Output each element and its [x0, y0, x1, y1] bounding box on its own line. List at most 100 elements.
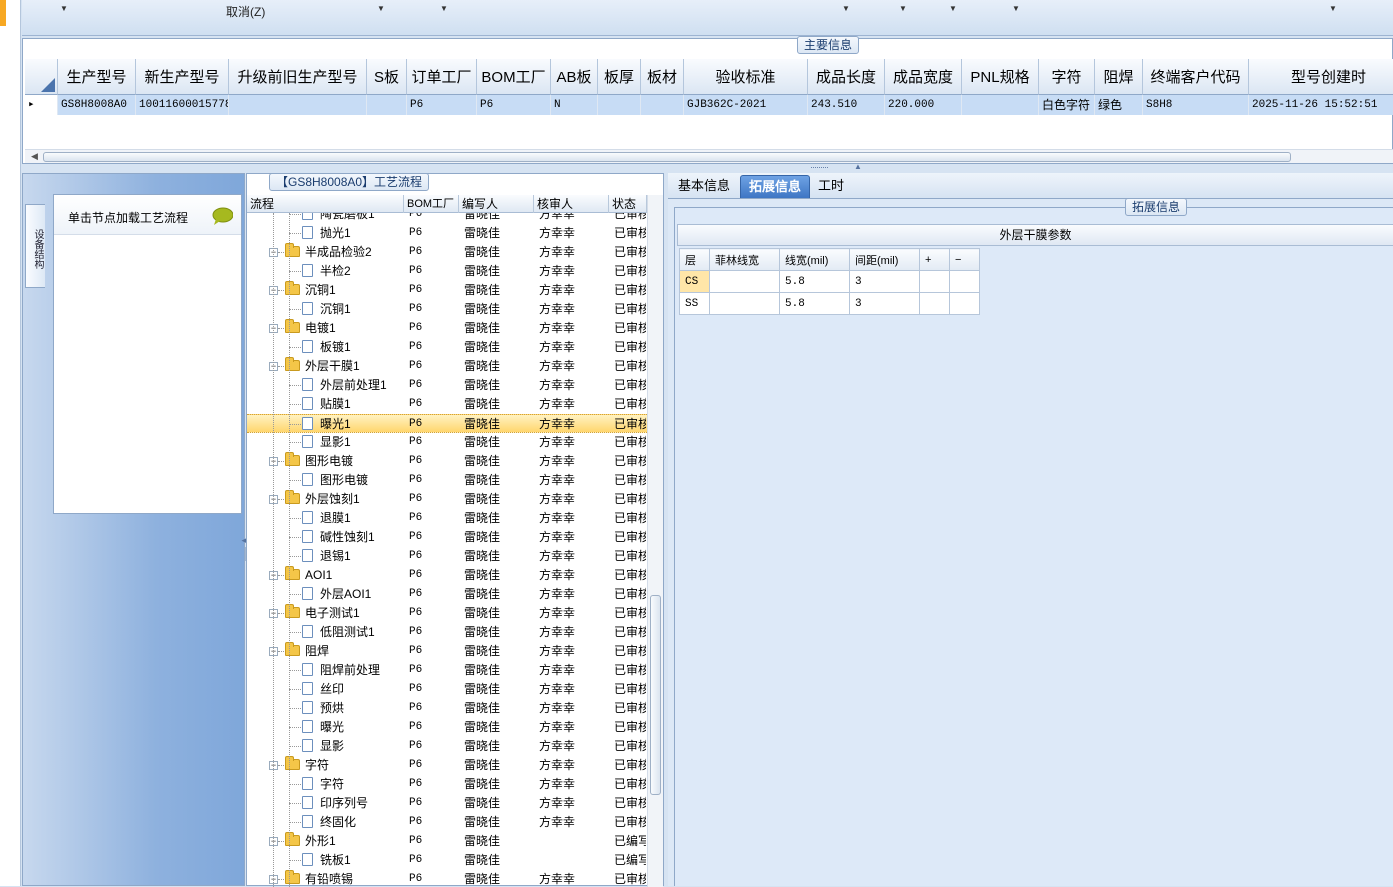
column-header[interactable]: 字符	[1039, 59, 1095, 95]
tab-equipment-structure[interactable]: 设备结构	[25, 204, 45, 288]
horizontal-splitter[interactable]: ········· ▲	[22, 162, 1393, 173]
param-cell[interactable]	[709, 270, 780, 293]
column-header[interactable]: AB板	[551, 59, 598, 95]
column-header[interactable]: 订单工厂	[407, 59, 477, 95]
grid-cell[interactable]: 白色字符	[1039, 95, 1095, 115]
grid-cell[interactable]: GS8H8008A0	[58, 95, 136, 115]
tab-work-hours[interactable]: 工时	[810, 175, 852, 198]
col-status[interactable]: 状态	[609, 195, 647, 213]
tree-group-row[interactable]: − 阻焊 P6 雷晓佳 方幸幸 已审核	[247, 642, 647, 661]
grid-corner[interactable]	[25, 59, 58, 95]
param-cell[interactable]	[919, 270, 950, 293]
param-cell[interactable]: 5.8	[779, 292, 850, 315]
tree-item-row[interactable]: 曝光 P6 雷晓佳 方幸幸 已审核	[247, 718, 647, 737]
param-cell[interactable]	[949, 292, 980, 315]
column-header[interactable]: 板材	[641, 59, 684, 95]
horizontal-scrollbar[interactable]: ◀	[25, 149, 1393, 163]
col-flow[interactable]: 流程	[247, 195, 404, 213]
tree-item-row[interactable]: 字符 P6 雷晓佳 方幸幸 已审核	[247, 775, 647, 794]
tree-group-row[interactable]: − 电镀1 P6 雷晓佳 方幸幸 已审核	[247, 319, 647, 338]
param-row[interactable]: CS 5.8 3	[679, 270, 980, 293]
grid-cell[interactable]: GJB362C-2021	[684, 95, 808, 115]
dropdown-arrow-icon[interactable]: ▼	[949, 4, 957, 13]
col-writer[interactable]: 编写人	[459, 195, 534, 213]
column-header[interactable]: 成品宽度	[885, 59, 962, 95]
grid-cell[interactable]: 243.510	[808, 95, 885, 115]
dropdown-arrow-icon[interactable]: ▼	[1012, 4, 1020, 13]
param-cell[interactable]: 3	[849, 270, 920, 293]
remove-column-button[interactable]: −	[949, 248, 980, 271]
select-all-icon[interactable]	[41, 78, 55, 92]
column-header[interactable]: 生产型号	[58, 59, 136, 95]
column-header[interactable]: 终端客户代码	[1143, 59, 1249, 95]
column-header[interactable]: 型号创建时	[1249, 59, 1393, 95]
grid-cell[interactable]: 2025-11-26 15:52:51	[1249, 95, 1393, 115]
column-header[interactable]: 阻焊	[1095, 59, 1143, 95]
tree-item-row[interactable]: 外层AOI1 P6 雷晓佳 方幸幸 已审核	[247, 585, 647, 604]
tree-group-row[interactable]: − AOI1 P6 雷晓佳 方幸幸 已审核	[247, 566, 647, 585]
dropdown-arrow-icon[interactable]: ▼	[1329, 4, 1337, 13]
param-row[interactable]: SS 5.8 3	[679, 292, 980, 315]
tree-group-row[interactable]: − 沉铜1 P6 雷晓佳 方幸幸 已审核	[247, 281, 647, 300]
grid-cell[interactable]	[962, 95, 1039, 115]
dropdown-arrow-icon[interactable]: ▼	[899, 4, 907, 13]
grid-cell[interactable]: 10011600015778	[136, 95, 229, 115]
tree-item-row[interactable]: 阻焊前处理 P6 雷晓佳 方幸幸 已审核	[247, 661, 647, 680]
param-cell[interactable]: 5.8	[779, 270, 850, 293]
tree-item-row[interactable]: 退锡1 P6 雷晓佳 方幸幸 已审核	[247, 547, 647, 566]
param-cell[interactable]: 3	[849, 292, 920, 315]
param-cell[interactable]	[919, 292, 950, 315]
tree-group-row[interactable]: − 外层蚀刻1 P6 雷晓佳 方幸幸 已审核	[247, 490, 647, 509]
grid-cell[interactable]	[598, 95, 641, 115]
tree-item-row[interactable]: 显影 P6 雷晓佳 方幸幸 已审核	[247, 737, 647, 756]
tree-item-row[interactable]: 外层前处理1 P6 雷晓佳 方幸幸 已审核	[247, 376, 647, 395]
col-reviewer[interactable]: 核审人	[534, 195, 609, 213]
tab-extended-info[interactable]: 拓展信息	[740, 175, 811, 198]
vertical-scrollbar[interactable]	[647, 195, 663, 887]
tree-group-row[interactable]: − 字符 P6 雷晓佳 方幸幸 已审核	[247, 756, 647, 775]
tree-item-row[interactable]: 板镀1 P6 雷晓佳 方幸幸 已审核	[247, 338, 647, 357]
load-process-header[interactable]: 单击节点加载工艺流程	[54, 195, 241, 235]
scrollbar-thumb[interactable]	[650, 595, 661, 795]
tree-group-row[interactable]: − 有铅喷锡 P6 雷晓佳 方幸幸 已审核	[247, 870, 647, 887]
layer-cell[interactable]: SS	[679, 292, 710, 315]
grid-cell[interactable]	[367, 95, 407, 115]
add-column-button[interactable]: +	[919, 248, 950, 271]
tree-item-row[interactable]: 抛光1 P6 雷晓佳 方幸幸 已审核	[247, 224, 647, 243]
column-header[interactable]: 成品长度	[808, 59, 885, 95]
tree-item-row[interactable]: 碱性蚀刻1 P6 雷晓佳 方幸幸 已审核	[247, 528, 647, 547]
dropdown-arrow-icon[interactable]: ▼	[440, 4, 448, 13]
splitter-grip-icon[interactable]: ·········	[810, 162, 829, 172]
tree-item-row[interactable]: 低阻测试1 P6 雷晓佳 方幸幸 已审核	[247, 623, 647, 642]
tree-group-row[interactable]: − 图形电镀 P6 雷晓佳 方幸幸 已审核	[247, 452, 647, 471]
tree-item-row[interactable]: 铣板1 P6 雷晓佳 已编写	[247, 851, 647, 870]
tree-group-row[interactable]: − 电子测试1 P6 雷晓佳 方幸幸 已审核	[247, 604, 647, 623]
tree-item-row[interactable]: 显影1 P6 雷晓佳 方幸幸 已审核	[247, 433, 647, 452]
dropdown-arrow-icon[interactable]: ▼	[60, 4, 68, 13]
cancel-button[interactable]: 取消(Z)	[226, 3, 265, 20]
grid-cell[interactable]: P6	[477, 95, 551, 115]
tree-item-row[interactable]: 贴膜1 P6 雷晓佳 方幸幸 已审核	[247, 395, 647, 414]
scrollbar-thumb[interactable]	[43, 152, 1291, 162]
tree-group-row[interactable]: − 半成品检验2 P6 雷晓佳 方幸幸 已审核	[247, 243, 647, 262]
column-header[interactable]: 板厚	[598, 59, 641, 95]
grid-cell[interactable]: 220.000	[885, 95, 962, 115]
tab-basic-info[interactable]: 基本信息	[670, 175, 738, 198]
tree-item-row[interactable]: 印序列号 P6 雷晓佳 方幸幸 已审核	[247, 794, 647, 813]
col-bom-factory[interactable]: BOM工厂	[404, 195, 459, 213]
dropdown-arrow-icon[interactable]: ▼	[842, 4, 850, 13]
tree-group-row[interactable]: − 外层干膜1 P6 雷晓佳 方幸幸 已审核	[247, 357, 647, 376]
column-header[interactable]: S板	[367, 59, 407, 95]
grid-cell[interactable]	[229, 95, 367, 115]
tree-item-row[interactable]: 沉铜1 P6 雷晓佳 方幸幸 已审核	[247, 300, 647, 319]
tree-item-row[interactable]: 终固化 P6 雷晓佳 方幸幸 已审核	[247, 813, 647, 832]
column-header[interactable]: 升级前旧生产型号	[229, 59, 367, 95]
scroll-left-icon[interactable]: ◀	[31, 151, 38, 162]
tree-item-row[interactable]: 半检2 P6 雷晓佳 方幸幸 已审核	[247, 262, 647, 281]
grid-cell[interactable]: P6	[407, 95, 477, 115]
row-indicator-icon[interactable]: ▸	[25, 95, 58, 115]
collapse-up-icon[interactable]: ▲	[854, 162, 862, 171]
tree-item-row[interactable]: 退膜1 P6 雷晓佳 方幸幸 已审核	[247, 509, 647, 528]
column-header[interactable]: BOM工厂	[477, 59, 551, 95]
grid-cell[interactable]: 绿色	[1095, 95, 1143, 115]
